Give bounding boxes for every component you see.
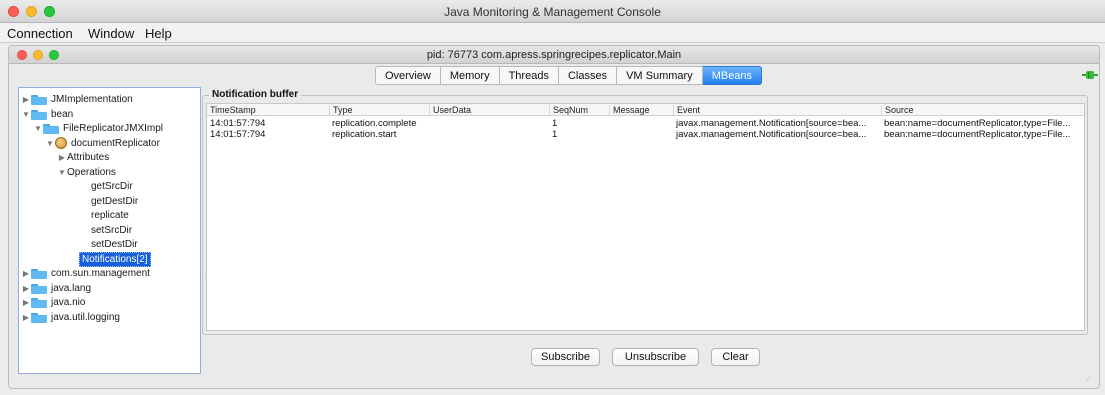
menu-connection[interactable]: Connection <box>7 26 73 41</box>
tree-node[interactable]: ▶ Attributes <box>57 150 109 165</box>
collapsed-arrow-icon[interactable]: ▶ <box>21 284 31 293</box>
table-cell: 14:01:57:794 <box>210 129 266 140</box>
tab-mbeans[interactable]: MBeans <box>702 66 763 85</box>
tab-overview[interactable]: Overview <box>375 66 441 85</box>
column-header[interactable]: Event <box>673 105 881 115</box>
tab-vm-summary[interactable]: VM Summary <box>617 66 703 85</box>
tree-node[interactable]: getSrcDir <box>81 179 133 194</box>
tree-node[interactable]: setSrcDir <box>81 223 132 238</box>
tab-memory[interactable]: Memory <box>440 66 500 85</box>
notification-buffer-title: Notification buffer <box>209 89 302 100</box>
tree-node-label: getSrcDir <box>91 181 133 192</box>
tree-node[interactable]: ▶ java.nio <box>21 295 85 310</box>
tree-node-label: documentReplicator <box>71 137 160 149</box>
folder-icon <box>31 268 47 279</box>
tab-classes[interactable]: Classes <box>558 66 618 85</box>
table-cell <box>609 118 673 129</box>
tree-node-label: setSrcDir <box>91 224 133 236</box>
table-header: TimeStamp Type UserData SeqNum Message Event S… <box>207 104 1084 116</box>
column-header[interactable]: Source <box>881 105 1086 115</box>
notification-buffer-panel: Notification buffer TimeStamp Type UserDat… <box>202 89 1088 335</box>
tree-node-label: Notifications[2] <box>79 251 151 267</box>
tree-node-label: getDestDir <box>91 195 139 207</box>
tree-node-label: Attributes <box>67 152 110 163</box>
folder-icon <box>43 123 59 134</box>
tree-node-label: setDestDir <box>91 239 138 250</box>
collapsed-arrow-icon[interactable]: ▶ <box>57 153 67 162</box>
tree-node-label: java.nio <box>51 297 86 308</box>
internal-frame-titlebar: pid: 76773 com.apress.springrecipes.repl… <box>9 46 1099 64</box>
table-cell: javax.management.Notification[source=bea… <box>676 129 867 140</box>
tree-node-label: replicate <box>91 210 129 221</box>
internal-frame-title: pid: 76773 com.apress.springrecipes.repl… <box>426 49 682 61</box>
column-header[interactable]: UserData <box>429 105 549 115</box>
green-plug-icon[interactable] <box>1082 69 1098 81</box>
column-header[interactable]: TimeStamp <box>207 105 329 115</box>
unsubscribe-button[interactable]: Unsubscribe <box>612 348 699 366</box>
menu-window[interactable]: Window <box>88 26 134 41</box>
collapsed-arrow-icon[interactable]: ▶ <box>21 298 31 307</box>
column-header[interactable]: SeqNum <box>549 105 609 115</box>
subscribe-button[interactable]: Subscribe <box>531 348 600 366</box>
tree-node-label: JMImplementation <box>51 94 133 105</box>
tree-node[interactable]: ▼ documentReplicator <box>45 136 160 151</box>
table-cell: 1 <box>552 129 558 140</box>
clear-button[interactable]: Clear <box>711 348 760 366</box>
tree-node-label: FileReplicatorJMXImpl <box>63 123 164 134</box>
tree-node[interactable]: ▶ java.lang <box>21 281 91 296</box>
tree-node-label: java.util.logging <box>51 311 120 323</box>
tree-node[interactable]: ▶ com.sun.management <box>21 266 150 281</box>
tree-node[interactable]: replicate <box>81 208 129 223</box>
table-cell: 1 <box>552 118 558 129</box>
bean-icon <box>55 137 67 149</box>
tree-node[interactable]: ▶ JMImplementation <box>21 92 133 107</box>
expanded-arrow-icon[interactable]: ▼ <box>33 124 43 133</box>
column-header[interactable]: Type <box>329 105 429 115</box>
folder-icon <box>31 297 47 308</box>
tree-node[interactable]: ▼ FileReplicatorJMXImpl <box>33 121 163 136</box>
tree-node[interactable]: Notifications[2] <box>69 251 151 267</box>
expanded-arrow-icon[interactable]: ▼ <box>45 139 55 148</box>
tab-threads[interactable]: Threads <box>499 66 559 85</box>
tree-node-label: Operations <box>67 166 116 178</box>
table-cell <box>429 118 549 129</box>
table-cell: 14:01:57:794 <box>210 118 266 129</box>
folder-icon <box>31 109 47 120</box>
notification-table[interactable]: TimeStamp Type UserData SeqNum Message Event S… <box>206 103 1085 331</box>
tree-node[interactable]: getDestDir <box>81 194 138 209</box>
table-cell: javax.management.Notification[source=bea… <box>676 118 867 129</box>
collapsed-arrow-icon[interactable]: ▶ <box>21 269 31 278</box>
tree-node-label: com.sun.management <box>51 268 150 279</box>
tree-node-label: java.lang <box>51 282 92 294</box>
menubar: Connection Window Help <box>0 23 1105 43</box>
mbean-tree[interactable]: ▶ JMImplementation ▼ bean ▼ FileReplicatorJMX… <box>18 87 201 374</box>
collapsed-arrow-icon[interactable]: ▶ <box>21 95 31 104</box>
table-cell <box>429 129 549 140</box>
menu-help[interactable]: Help <box>145 26 172 41</box>
table-cell: bean:name=documentReplicator,type=File..… <box>884 129 1071 140</box>
collapsed-arrow-icon[interactable]: ▶ <box>21 313 31 322</box>
column-header[interactable]: Message <box>609 105 673 115</box>
folder-icon <box>31 312 47 323</box>
tree-node[interactable]: setDestDir <box>81 237 138 252</box>
table-cell: bean:name=documentReplicator,type=File..… <box>884 118 1071 129</box>
tree-node[interactable]: ▶ java.util.logging <box>21 310 120 325</box>
tree-node-label: bean <box>51 108 74 120</box>
window-title: Java Monitoring & Management Console <box>444 5 661 19</box>
tree-node[interactable]: ▼ Operations <box>57 165 116 180</box>
internal-frame: pid: 76773 com.apress.springrecipes.repl… <box>8 45 1100 389</box>
window-titlebar: Java Monitoring & Management Console <box>0 0 1105 23</box>
resize-grip-icon[interactable]: ⟋ <box>1085 374 1095 384</box>
folder-icon <box>31 283 47 294</box>
table-cell <box>609 129 673 140</box>
folder-icon <box>31 94 47 105</box>
expanded-arrow-icon[interactable]: ▼ <box>57 168 67 177</box>
table-cell: replication.start <box>332 129 397 140</box>
tree-node[interactable]: ▼ bean <box>21 107 73 122</box>
expanded-arrow-icon[interactable]: ▼ <box>21 110 31 119</box>
tab-bar: Overview Memory Threads Classes VM Summa… <box>375 66 763 85</box>
table-cell: replication.complete <box>332 118 417 129</box>
